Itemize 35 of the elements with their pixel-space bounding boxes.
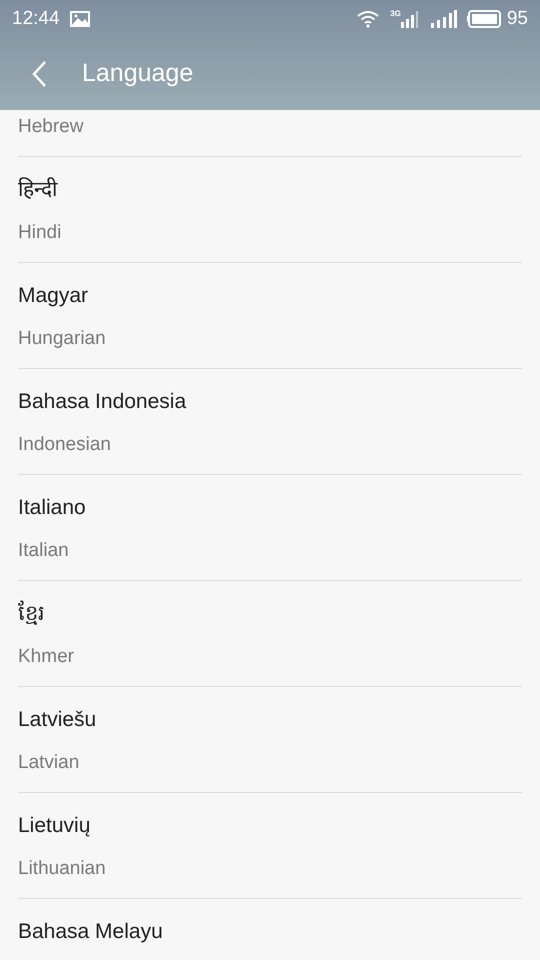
- language-english-name: Hungarian: [18, 327, 106, 351]
- language-native-name: ខ្មែរ: [18, 601, 45, 627]
- language-item[interactable]: Italiano Italian: [18, 475, 522, 581]
- language-item[interactable]: हिन्दी Hindi: [18, 157, 522, 263]
- language-native-name: Latviešu: [18, 707, 96, 733]
- signal-icon: [430, 10, 457, 28]
- language-item[interactable]: ខ្មែរ Khmer: [18, 581, 522, 687]
- language-native-name: Lietuvių: [18, 813, 90, 839]
- language-native-name: Italiano: [18, 495, 86, 521]
- signal-icon: [400, 10, 419, 28]
- wifi-icon: [356, 10, 380, 28]
- language-item[interactable]: Magyar Hungarian: [18, 263, 522, 369]
- language-english-name: Hebrew: [18, 115, 84, 139]
- network-type-label: 3G: [390, 8, 401, 20]
- language-english-name: Khmer: [18, 645, 74, 669]
- language-native-name: Magyar: [18, 283, 88, 309]
- language-item[interactable]: Latviešu Latvian: [18, 687, 522, 793]
- status-time: 12:44: [12, 6, 60, 31]
- language-english-name: Indonesian: [18, 433, 111, 457]
- back-icon: [31, 60, 47, 88]
- language-english-name: Lithuanian: [18, 857, 106, 881]
- language-english-name: Hindi: [18, 221, 62, 245]
- language-item[interactable]: Lietuvių Lithuanian: [18, 793, 522, 899]
- language-english-name: Italian: [18, 539, 69, 563]
- page-title: Language: [82, 58, 194, 90]
- battery-icon: [466, 10, 501, 28]
- language-item[interactable]: Bahasa Melayu: [18, 899, 522, 960]
- image-icon: [70, 11, 90, 27]
- language-item[interactable]: Hebrew: [18, 110, 522, 157]
- battery-percentage: 95: [506, 6, 528, 31]
- language-native-name: Bahasa Melayu: [18, 919, 163, 945]
- language-item[interactable]: Bahasa Indonesia Indonesian: [18, 369, 522, 475]
- language-native-name: हिन्दी: [18, 177, 57, 203]
- language-native-name: Bahasa Indonesia: [18, 389, 186, 415]
- language-english-name: Latvian: [18, 751, 80, 775]
